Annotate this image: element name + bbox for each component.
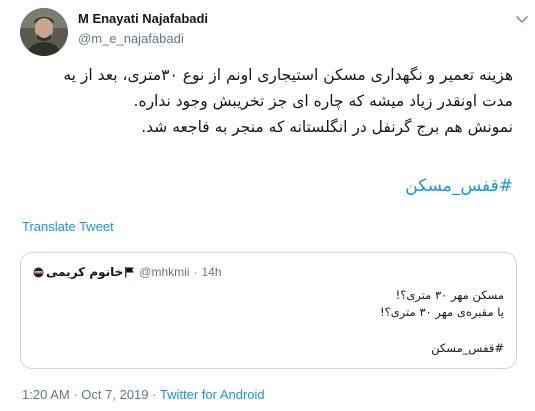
author-name[interactable]: M Enayati Najafabadi <box>78 11 208 26</box>
author-handle[interactable]: @m_e_najafabadi <box>78 31 184 46</box>
tweet-hashtag-link[interactable]: #قفس_مسکن <box>405 176 513 196</box>
quoted-author-handle[interactable]: @mhkmii <box>139 265 189 279</box>
avatar-photo <box>20 8 68 56</box>
quoted-hashtag: #قفس_مسکن <box>431 341 504 355</box>
tweet-line: هزینه تعمیر و نگهداری مسکن استیجاری اونم… <box>63 66 513 84</box>
avatar[interactable] <box>20 8 68 56</box>
chevron-down-icon[interactable] <box>515 12 529 26</box>
quoted-author-name[interactable]: خانوم کریمی <box>46 265 123 279</box>
quoted-line: یا مقبره‌ی مهر ۳۰ متری؟! <box>379 305 504 319</box>
ninja-emoji-icon <box>33 267 44 277</box>
tweet-line: نمونش هم برج گرنفل در انگلستانه که منجر … <box>141 118 513 136</box>
tweet-time[interactable]: 1:20 AM <box>22 387 70 402</box>
black-flag-icon <box>125 267 135 278</box>
quoted-tweet-header: خانوم کریمی @mhkmii · 14h <box>33 263 222 281</box>
quoted-time[interactable]: 14h <box>201 265 221 279</box>
quoted-text: مسکن مهر ۳۰ متری؟! یا مقبره‌ی مهر ۳۰ متر… <box>380 287 504 321</box>
tweet-line: مدت اونقدر زیاد میشه که چاره ای جز تخریب… <box>133 92 513 110</box>
tweet-date[interactable]: Oct 7, 2019 <box>81 387 148 402</box>
tweet-meta: 1:20 AM · Oct 7, 2019 · Twitter for Andr… <box>22 387 265 402</box>
dot-separator: · <box>73 387 78 402</box>
quoted-tweet[interactable]: خانوم کریمی @mhkmii · 14h مسکن مهر ۳۰ مت… <box>20 252 517 369</box>
source-link[interactable]: Twitter for Android <box>160 387 265 402</box>
tweet-text: هزینه تعمیر و نگهداری مسکن استیجاری اونم… <box>23 62 513 140</box>
dot-separator: · <box>193 265 198 279</box>
quoted-line: مسکن مهر ۳۰ متری؟! <box>395 288 504 302</box>
dot-separator: · <box>152 387 157 402</box>
translate-tweet-link[interactable]: Translate Tweet <box>22 219 114 234</box>
